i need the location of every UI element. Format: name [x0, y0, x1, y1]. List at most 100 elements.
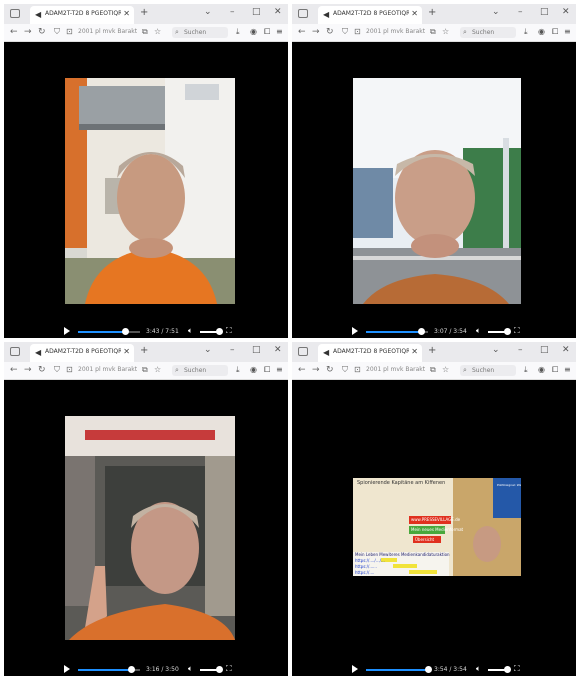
progress-knob[interactable]	[417, 328, 425, 335]
shield-icon[interactable]: ⛉	[54, 27, 60, 37]
search-input[interactable]: ⌕ Suchen	[460, 27, 516, 38]
shield-icon[interactable]: ⛉	[54, 365, 60, 375]
play-icon[interactable]	[64, 327, 70, 335]
play-icon[interactable]	[352, 327, 358, 335]
progress-bar[interactable]	[78, 328, 140, 335]
address-field[interactable]: 2001 pl mvk Barakt	[78, 28, 138, 37]
play-icon[interactable]	[352, 665, 358, 673]
menu-icon[interactable]: ≡	[276, 365, 283, 374]
extensions-icon[interactable]: ⧠	[264, 365, 270, 375]
reload-icon[interactable]: ↻	[326, 27, 334, 37]
account-icon[interactable]: ◉	[250, 365, 257, 374]
search-input[interactable]: ⌕ Suchen	[172, 365, 228, 376]
reload-icon[interactable]: ↻	[326, 365, 334, 375]
lock-icon[interactable]: ⊡	[66, 27, 73, 36]
chevron-down-icon[interactable]: ⌄	[204, 7, 212, 17]
reload-icon[interactable]: ↻	[38, 27, 46, 37]
progress-knob[interactable]	[127, 666, 135, 673]
fullscreen-icon[interactable]: ⛶	[226, 664, 232, 674]
extensions-icon[interactable]: ⧠	[552, 365, 558, 375]
new-tab-icon[interactable]: +	[428, 345, 436, 356]
video-frame[interactable]	[353, 78, 521, 304]
search-input[interactable]: ⌕ Suchen	[460, 365, 516, 376]
shield-icon[interactable]: ⛉	[342, 365, 348, 375]
forward-icon[interactable]: →	[312, 27, 320, 37]
reader-icon[interactable]: ⧉	[142, 27, 148, 37]
progress-knob[interactable]	[121, 328, 129, 335]
forward-icon[interactable]: →	[24, 27, 32, 37]
address-field[interactable]: 2001 pl mvk Barakt	[78, 366, 138, 375]
address-field[interactable]: 2001 pl mvk Barakt	[366, 28, 426, 37]
close-icon[interactable]: ✕	[123, 9, 130, 18]
account-icon[interactable]: ◉	[538, 27, 545, 36]
close-window-button[interactable]: ✕	[562, 7, 570, 17]
bookmark-star-icon[interactable]: ☆	[154, 27, 161, 36]
volume-knob[interactable]	[216, 666, 223, 673]
bookmark-star-icon[interactable]: ☆	[442, 365, 449, 374]
speaker-icon[interactable]: ◀	[323, 10, 329, 19]
progress-knob[interactable]	[425, 666, 432, 673]
close-icon[interactable]: ✕	[123, 347, 130, 356]
tab-active[interactable]: ◀ ADAM2T-T2D 8 PGEOTIQRRT ✕	[318, 6, 422, 24]
back-icon[interactable]: ←	[298, 27, 306, 37]
close-icon[interactable]: ✕	[411, 9, 418, 18]
video-frame[interactable]	[65, 416, 235, 640]
fullscreen-icon[interactable]: ⛶	[514, 326, 520, 336]
lock-icon[interactable]: ⊡	[354, 27, 361, 36]
reader-icon[interactable]: ⧉	[430, 365, 436, 375]
reader-icon[interactable]: ⧉	[142, 365, 148, 375]
maximize-button[interactable]: □	[252, 7, 261, 17]
video-frame[interactable]	[65, 78, 235, 304]
reload-icon[interactable]: ↻	[38, 365, 46, 375]
close-window-button[interactable]: ✕	[274, 345, 282, 355]
back-icon[interactable]: ←	[10, 27, 18, 37]
menu-icon[interactable]: ≡	[564, 27, 571, 36]
minimize-button[interactable]: –	[230, 345, 235, 355]
window-icon[interactable]	[10, 9, 20, 18]
progress-bar[interactable]	[366, 328, 428, 335]
speaker-icon[interactable]: ◀	[323, 348, 329, 357]
shield-icon[interactable]: ⛉	[342, 27, 348, 37]
download-icon[interactable]: ⤓	[524, 365, 528, 375]
new-tab-icon[interactable]: +	[428, 7, 436, 18]
extensions-icon[interactable]: ⧠	[552, 27, 558, 37]
maximize-button[interactable]: □	[540, 345, 549, 355]
minimize-button[interactable]: –	[518, 345, 523, 355]
chevron-down-icon[interactable]: ⌄	[492, 345, 500, 355]
play-icon[interactable]	[64, 665, 70, 673]
video-frame[interactable]: Spionierende Kapitäne am Kiffenen www.PR…	[353, 478, 521, 576]
minimize-button[interactable]: –	[518, 7, 523, 17]
download-icon[interactable]: ⤓	[236, 27, 240, 37]
fullscreen-icon[interactable]: ⛶	[226, 326, 232, 336]
account-icon[interactable]: ◉	[250, 27, 257, 36]
account-icon[interactable]: ◉	[538, 365, 545, 374]
menu-icon[interactable]: ≡	[564, 365, 571, 374]
new-tab-icon[interactable]: +	[140, 345, 148, 356]
forward-icon[interactable]: →	[24, 365, 32, 375]
tab-active[interactable]: ◀ ADAM2T-T2D 8 PGEOTIQRRT ✕	[318, 344, 422, 362]
back-icon[interactable]: ←	[10, 365, 18, 375]
forward-icon[interactable]: →	[312, 365, 320, 375]
window-icon[interactable]	[298, 9, 308, 18]
bookmark-star-icon[interactable]: ☆	[442, 27, 449, 36]
lock-icon[interactable]: ⊡	[354, 365, 361, 374]
extensions-icon[interactable]: ⧠	[264, 27, 270, 37]
volume-knob[interactable]	[504, 666, 511, 673]
reader-icon[interactable]: ⧉	[430, 27, 436, 37]
window-icon[interactable]	[10, 347, 20, 356]
progress-bar[interactable]	[366, 666, 432, 673]
fullscreen-icon[interactable]: ⛶	[514, 664, 520, 674]
address-field[interactable]: 2001 pl mvk Barakt	[366, 366, 426, 375]
close-window-button[interactable]: ✕	[274, 7, 282, 17]
volume-icon[interactable]: 🔈︎	[476, 326, 481, 336]
back-icon[interactable]: ←	[298, 365, 306, 375]
new-tab-icon[interactable]: +	[140, 7, 148, 18]
volume-knob[interactable]	[216, 328, 223, 335]
bookmark-star-icon[interactable]: ☆	[154, 365, 161, 374]
close-icon[interactable]: ✕	[411, 347, 418, 356]
volume-icon[interactable]: 🔈︎	[188, 664, 193, 674]
window-icon[interactable]	[298, 347, 308, 356]
minimize-button[interactable]: –	[230, 7, 235, 17]
close-window-button[interactable]: ✕	[562, 345, 570, 355]
tab-active[interactable]: ◀ ADAM2T-T2D 8 PGEOTIQRRT ✕	[30, 344, 134, 362]
